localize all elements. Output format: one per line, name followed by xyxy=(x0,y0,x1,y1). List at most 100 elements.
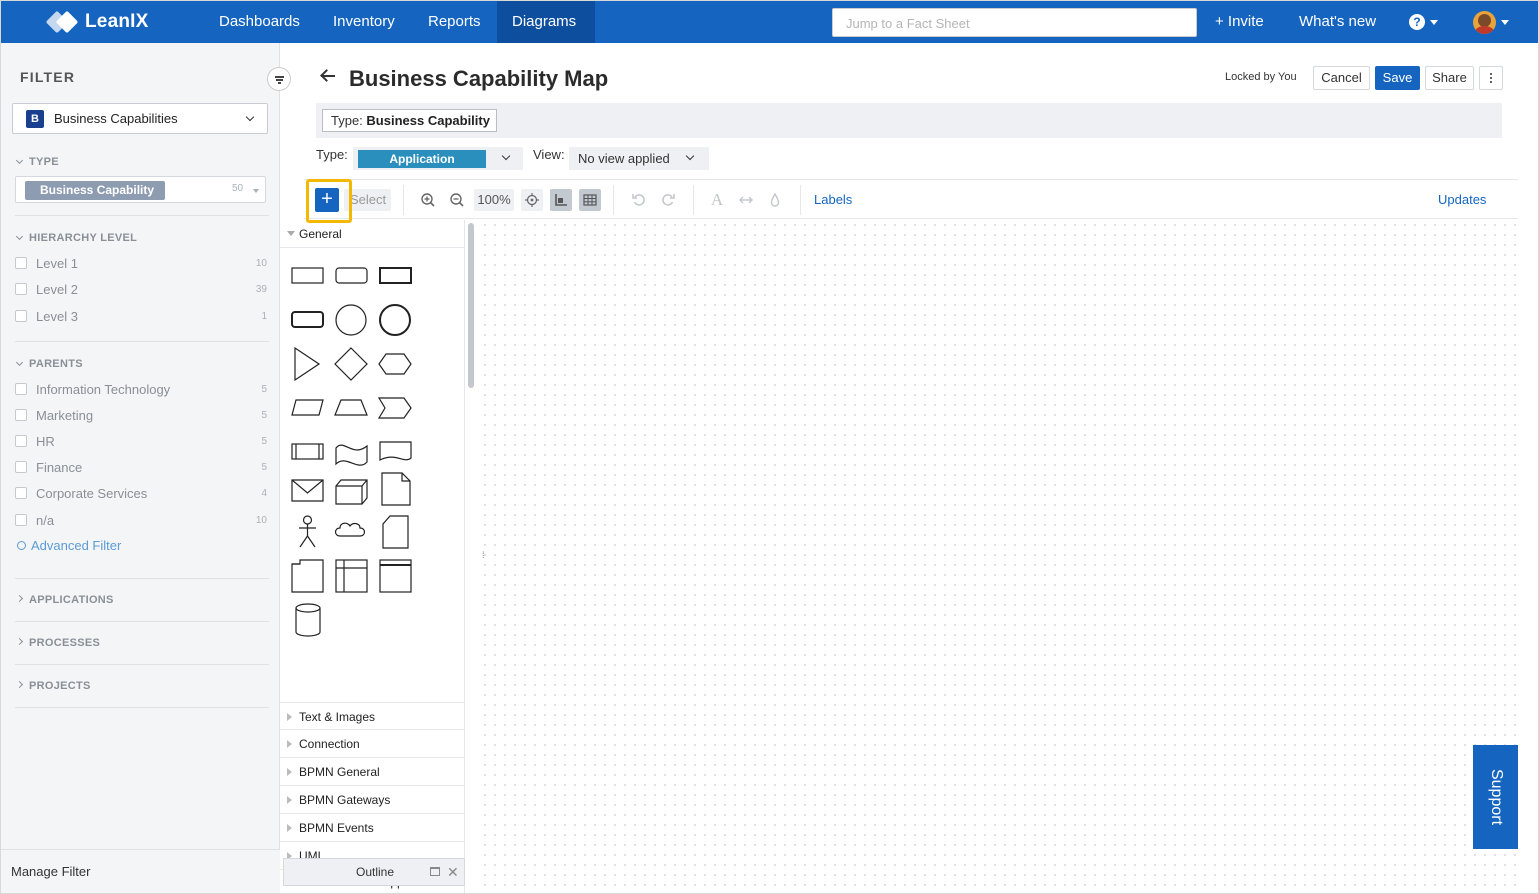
user-avatar[interactable] xyxy=(1473,11,1496,34)
section-type-header[interactable]: TYPE xyxy=(15,156,59,168)
view-select[interactable]: No view applied xyxy=(569,147,709,170)
checkbox[interactable] xyxy=(15,257,27,269)
section-hierarchy-header[interactable]: HIERARCHY LEVEL xyxy=(15,232,137,244)
updates-link[interactable]: Updates xyxy=(1438,192,1486,207)
nav-diagrams[interactable]: Diagrams xyxy=(497,1,595,43)
section-processes-header[interactable]: PROCESSES xyxy=(15,637,100,649)
splitter-handle-icon[interactable]: ⁞ xyxy=(482,550,485,560)
undo-icon[interactable] xyxy=(628,189,650,211)
filter-row-level-2[interactable]: Level 2 39 xyxy=(15,282,267,300)
shape-step[interactable] xyxy=(377,397,412,419)
checkbox[interactable] xyxy=(15,310,27,322)
grid-icon[interactable] xyxy=(579,189,601,211)
zoom-in-icon[interactable] xyxy=(417,189,439,211)
palette-scrollbar[interactable] xyxy=(468,223,474,388)
text-format-icon[interactable]: A xyxy=(706,189,728,211)
diagram-canvas[interactable] xyxy=(480,220,1518,893)
arrange-icon[interactable] xyxy=(735,189,757,211)
shape-parallelogram[interactable] xyxy=(291,399,324,416)
checkbox[interactable] xyxy=(15,383,27,395)
save-button[interactable]: Save xyxy=(1375,66,1420,90)
filter-row-parent[interactable]: HR 5 xyxy=(15,434,267,452)
palette-section[interactable]: Text & Images xyxy=(280,702,465,730)
nav-inventory[interactable]: Inventory xyxy=(318,1,410,43)
help-caret-icon[interactable] xyxy=(1430,20,1438,25)
shape-tape[interactable] xyxy=(335,444,368,466)
shape-note[interactable] xyxy=(381,472,411,506)
palette-section[interactable]: BPMN General xyxy=(280,758,465,786)
palette-section[interactable]: BPMN Events xyxy=(280,814,465,842)
shape-cloud[interactable] xyxy=(334,522,366,537)
maximize-icon[interactable] xyxy=(430,867,440,876)
checkbox[interactable] xyxy=(15,409,27,421)
checkbox[interactable] xyxy=(15,461,27,473)
help-icon[interactable]: ? xyxy=(1409,14,1425,30)
shape-trapezoid[interactable] xyxy=(334,399,368,416)
nav-reports[interactable]: Reports xyxy=(413,1,496,43)
checkbox[interactable] xyxy=(15,487,27,499)
filter-row-parent[interactable]: Finance 5 xyxy=(15,460,267,478)
shape-diamond[interactable] xyxy=(334,347,368,381)
fact-sheet-type-select[interactable]: B Business Capabilities xyxy=(12,103,268,134)
shape-document[interactable] xyxy=(379,441,412,461)
share-button[interactable]: Share xyxy=(1425,66,1474,90)
outline-panel-bar[interactable]: Outline ✕ xyxy=(283,858,465,886)
shape-bold-circle[interactable] xyxy=(379,304,411,336)
snap-guides-icon[interactable] xyxy=(550,189,572,211)
more-options-icon[interactable] xyxy=(1479,66,1503,90)
checkbox[interactable] xyxy=(15,283,27,295)
filter-row-parent[interactable]: Marketing 5 xyxy=(15,408,267,426)
fact-sheet-search-input[interactable]: Jump to a Fact Sheet xyxy=(832,8,1197,37)
fit-center-icon[interactable] xyxy=(521,189,543,211)
shape-folder[interactable] xyxy=(291,559,324,593)
whats-new-link[interactable]: What's new xyxy=(1299,1,1376,43)
shape-process[interactable] xyxy=(291,443,324,460)
advanced-filter-link[interactable]: Advanced Filter xyxy=(17,538,121,553)
section-projects-header[interactable]: PROJECTS xyxy=(15,680,91,692)
checkbox[interactable] xyxy=(15,514,27,526)
zoom-level[interactable]: 100% xyxy=(474,189,514,211)
back-arrow-icon[interactable] xyxy=(320,69,336,83)
filter-row-parent[interactable]: Corporate Services 4 xyxy=(15,486,267,504)
shape-cube[interactable] xyxy=(335,479,368,505)
type-tag[interactable]: Business Capability xyxy=(25,181,165,200)
filter-row-level-1[interactable]: Level 1 10 xyxy=(15,256,267,274)
user-menu-caret-icon[interactable] xyxy=(1501,20,1509,25)
shape-rounded-rectangle[interactable] xyxy=(335,267,368,284)
filter-row-parent[interactable]: Information Technology 5 xyxy=(15,382,267,400)
redo-icon[interactable] xyxy=(657,189,679,211)
general-shapes-grid[interactable] xyxy=(280,248,465,660)
labels-link[interactable]: Labels xyxy=(814,192,852,207)
type-filter-select[interactable]: Business Capability 50 xyxy=(15,176,266,203)
checkbox[interactable] xyxy=(15,435,27,447)
nav-dashboards[interactable]: Dashboards xyxy=(204,1,315,43)
cancel-button[interactable]: Cancel xyxy=(1313,66,1370,90)
section-parents-header[interactable]: PARENTS xyxy=(15,358,83,370)
shape-card[interactable] xyxy=(382,515,409,549)
add-shape-button[interactable]: + xyxy=(315,188,339,212)
filter-row-level-3[interactable]: Level 3 1 xyxy=(15,309,267,327)
shape-table[interactable] xyxy=(335,559,368,593)
shape-actor[interactable] xyxy=(302,515,313,525)
support-tab[interactable]: Support xyxy=(1473,745,1518,849)
palette-section-general[interactable]: General xyxy=(280,220,465,248)
shape-bold-rectangle[interactable] xyxy=(379,267,412,284)
filter-row-parent[interactable]: n/a 10 xyxy=(15,513,267,531)
shape-hexagon[interactable] xyxy=(378,353,412,375)
fill-color-icon[interactable] xyxy=(764,189,786,211)
leanix-logo[interactable]: LeanIX xyxy=(45,10,149,34)
zoom-out-icon[interactable] xyxy=(446,189,468,211)
shape-bold-rounded-rectangle[interactable] xyxy=(291,311,324,328)
palette-section[interactable]: BPMN Gateways xyxy=(280,786,465,814)
manage-filter-button[interactable]: Manage Filter xyxy=(1,849,280,893)
section-applications-header[interactable]: APPLICATIONS xyxy=(15,594,114,606)
filter-toggle-icon[interactable] xyxy=(267,67,291,91)
invite-button[interactable]: + Invite xyxy=(1215,1,1264,43)
palette-section[interactable]: Connection xyxy=(280,730,465,758)
shape-circle[interactable] xyxy=(335,304,367,336)
close-icon[interactable]: ✕ xyxy=(447,859,459,885)
shape-triangle[interactable] xyxy=(294,346,321,382)
type-filter-chip[interactable]: Type: Business Capability xyxy=(322,109,497,132)
shape-rectangle[interactable] xyxy=(291,267,324,284)
diagram-type-select[interactable]: Application xyxy=(353,147,523,170)
